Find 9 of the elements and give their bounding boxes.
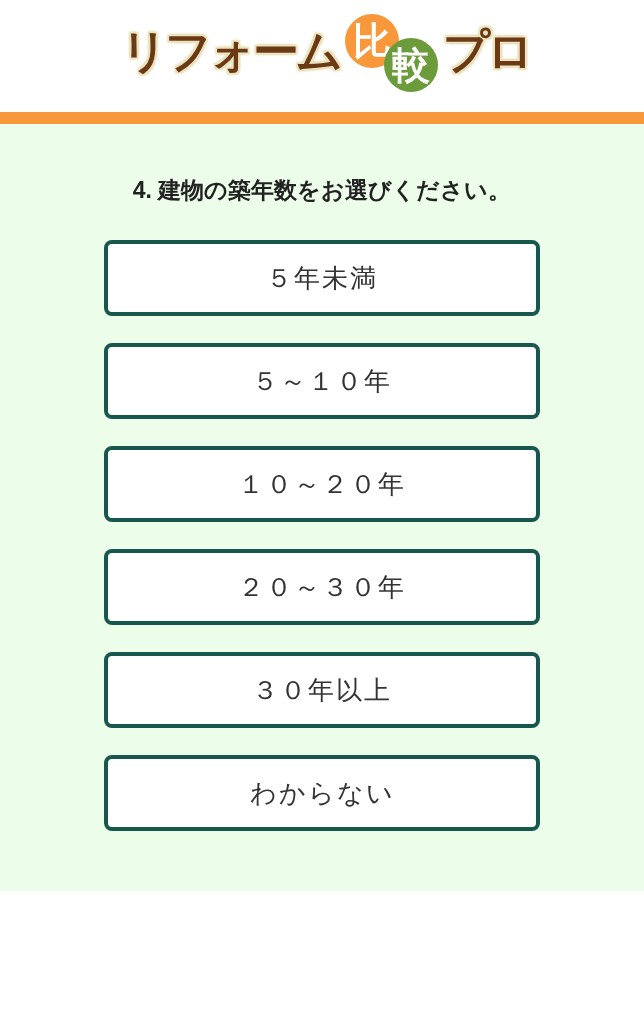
answer-option-button[interactable]: ５～１０年 [104,343,540,419]
answer-option-button[interactable]: ３０年以上 [104,652,540,728]
question-text: 4. 建物の築年数をお選びください。 [132,176,512,205]
logo-text: プロ [443,25,531,77]
answer-option-button[interactable]: わからない [104,755,540,831]
logo-text: リフォーム [121,25,340,77]
answer-option-button[interactable]: ２０～３０年 [104,549,540,625]
answer-option-button[interactable]: ５年未満 [104,240,540,316]
answer-option-button[interactable]: １０～２０年 [104,446,540,522]
